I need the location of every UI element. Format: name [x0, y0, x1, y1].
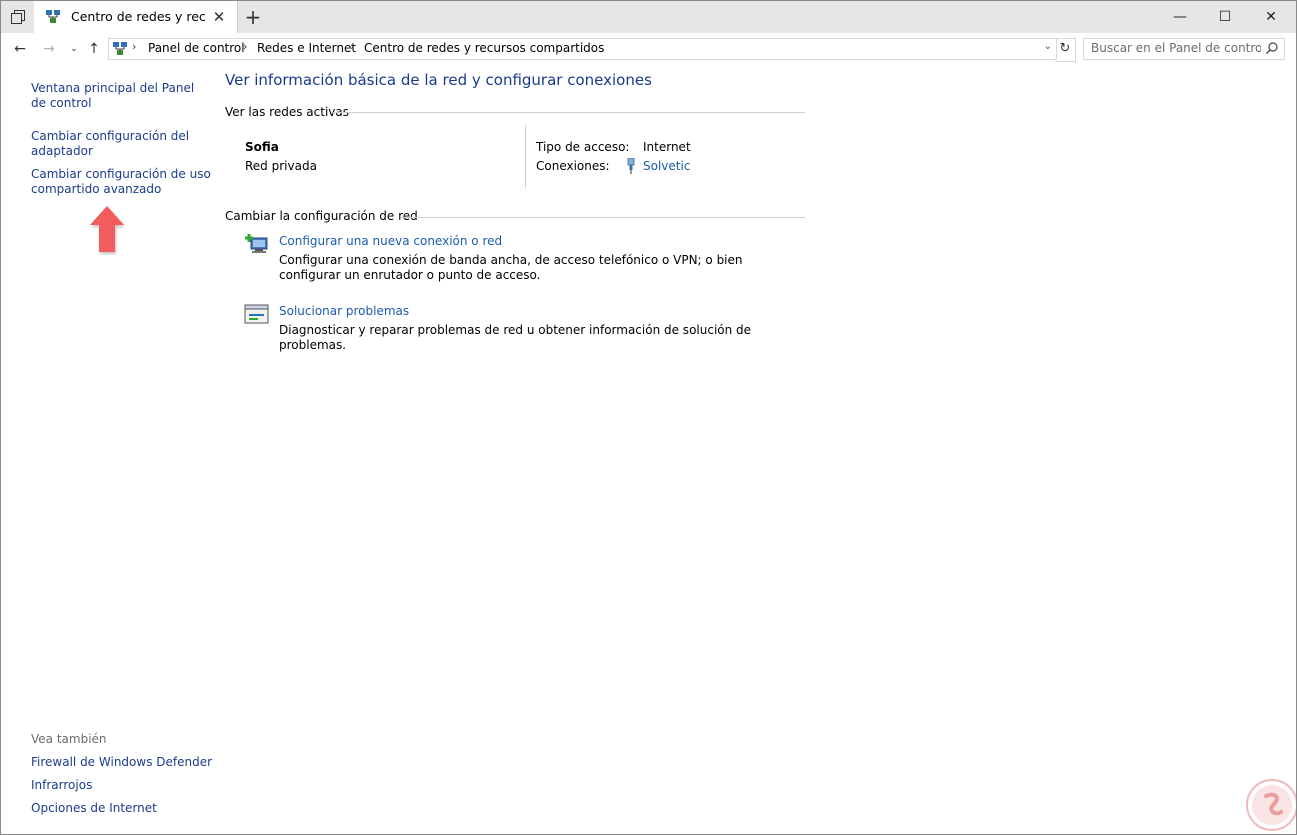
watermark-logo [1246, 779, 1296, 831]
setup-new-connection-description: Configurar una conexión de banda ancha, … [279, 253, 743, 282]
divider [525, 125, 526, 188]
tab-network-center[interactable]: Centro de redes y recu ✕ [34, 1, 238, 33]
ethernet-connection-icon [627, 158, 635, 174]
access-type-value: Internet [643, 140, 691, 154]
see-also-link-internet-options[interactable]: Opciones de Internet [31, 801, 211, 816]
tab-overview-button[interactable] [1, 1, 34, 33]
network-name: Sofia [245, 140, 279, 154]
tab-overview-icon [10, 10, 25, 24]
network-type: Red privada [245, 159, 317, 173]
breadcrumb-separator-icon[interactable]: › [243, 40, 247, 53]
window: Centro de redes y recu ✕ + — ☐ ✕ ← → ⌄ ↑… [0, 0, 1297, 835]
active-networks-heading: Ver las redes activas [225, 105, 349, 119]
divider [333, 112, 805, 113]
troubleshoot-description: Diagnosticar y reparar problemas de red … [279, 323, 752, 352]
title-bar: Centro de redes y recu ✕ + — ☐ ✕ [1, 1, 1296, 33]
back-arrow-icon[interactable]: ← [11, 41, 29, 57]
see-also-link-infrared[interactable]: Infrarrojos [31, 778, 211, 793]
breadcrumb-panel-de-control[interactable]: Panel de control [148, 41, 245, 55]
new-connection-icon [245, 234, 268, 253]
tab-title: Centro de redes y recu [71, 9, 205, 24]
sidebar-link-advanced-sharing-settings[interactable]: Cambiar configuración de uso compartido … [31, 167, 211, 197]
new-tab-icon[interactable]: + [241, 5, 265, 29]
access-type-label: Tipo de acceso: [536, 140, 630, 154]
connections-label: Conexiones: [536, 159, 610, 173]
divider [401, 217, 805, 218]
minimize-button[interactable]: — [1157, 1, 1203, 33]
see-also-link-firewall[interactable]: Firewall de Windows Defender [31, 755, 231, 770]
navigation-bar: ← → ⌄ ↑ › Panel de control › Redes e Int… [1, 33, 1296, 65]
tab-close-icon[interactable]: ✕ [210, 8, 228, 26]
network-center-icon [46, 10, 60, 23]
search-input[interactable] [1084, 39, 1261, 57]
setup-new-connection-link[interactable]: Configurar una nueva conexión o red [279, 234, 502, 248]
troubleshoot-link[interactable]: Solucionar problemas [279, 304, 409, 318]
red-arrow-annotation-icon [90, 206, 124, 252]
search-icon[interactable] [1265, 41, 1279, 55]
breadcrumb-centro-de-redes[interactable]: Centro de redes y recursos compartidos [364, 41, 604, 55]
see-also-heading: Vea también [31, 732, 107, 746]
breadcrumb-redes-e-internet[interactable]: Redes e Internet [257, 41, 356, 55]
forward-arrow-icon[interactable]: → [40, 41, 58, 57]
refresh-icon[interactable]: ↻ [1055, 38, 1076, 62]
troubleshoot-icon [244, 304, 269, 324]
recent-locations-chevron-icon[interactable]: ⌄ [65, 41, 83, 57]
address-bar[interactable]: › Panel de control › Redes e Internet › … [108, 38, 1057, 60]
change-network-settings-heading: Cambiar la configuración de red [225, 209, 418, 223]
breadcrumb-separator-icon[interactable]: › [350, 40, 354, 53]
sidebar-link-change-adapter-settings[interactable]: Cambiar configuración del adaptador [31, 129, 211, 159]
sidebar-link-control-panel-home[interactable]: Ventana principal del Panel de control [31, 81, 211, 111]
maximize-button[interactable]: ☐ [1202, 1, 1248, 33]
address-dropdown-chevron-icon[interactable]: ⌄ [1044, 41, 1052, 52]
up-arrow-icon[interactable]: ↑ [85, 41, 103, 57]
close-button[interactable]: ✕ [1248, 1, 1294, 33]
connection-link-solvetic[interactable]: Solvetic [643, 159, 690, 173]
breadcrumb-separator-icon[interactable]: › [132, 40, 136, 53]
search-box[interactable] [1083, 38, 1285, 60]
control-panel-icon [113, 42, 127, 55]
page-title: Ver información básica de la red y confi… [225, 71, 652, 89]
